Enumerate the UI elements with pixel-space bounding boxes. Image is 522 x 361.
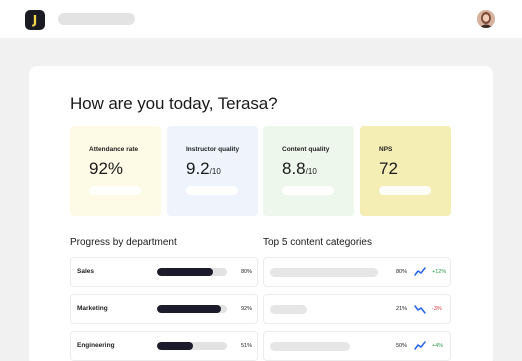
kpi-nps[interactable]: NPS 72: [360, 126, 451, 216]
kpi-value-number: 72: [379, 159, 398, 178]
avatar-portrait-icon: [477, 10, 495, 28]
department-row-marketing[interactable]: Marketing 92%: [70, 294, 258, 324]
kpi-value: 72: [379, 159, 398, 179]
progress-percent: 51%: [241, 343, 253, 349]
kpi-label: Instructor quality: [186, 146, 240, 153]
category-percent: 21%: [396, 306, 408, 312]
progress-track: [157, 305, 227, 313]
kpi-placeholder-bar: [379, 186, 431, 195]
category-row[interactable]: 80% +12%: [263, 257, 451, 287]
kpi-value: 8.8/10: [282, 159, 317, 179]
category-percent: 80%: [396, 269, 408, 275]
kpi-label: Content quality: [282, 146, 330, 153]
kpi-value-number: 8.8: [282, 159, 306, 178]
category-placeholder-bar: [270, 342, 350, 351]
progress-percent: 92%: [241, 306, 253, 312]
kpi-content-quality[interactable]: Content quality 8.8/10: [263, 126, 354, 216]
kpi-attendance-rate[interactable]: Attendance rate 92%: [70, 126, 161, 216]
category-row[interactable]: 50% +4%: [263, 331, 451, 361]
search-placeholder-bar[interactable]: [58, 13, 135, 25]
kpi-value-unit: /10: [209, 167, 221, 176]
kpi-instructor-quality[interactable]: Instructor quality 9.2/10: [167, 126, 258, 216]
user-avatar[interactable]: [477, 10, 495, 28]
kpi-label: Attendance rate: [89, 146, 139, 153]
kpi-placeholder-bar: [186, 186, 238, 195]
category-delta: +12%: [432, 269, 447, 275]
category-row[interactable]: 21% -3%: [263, 294, 451, 324]
progress-fill: [157, 342, 193, 350]
category-placeholder-bar: [270, 268, 378, 277]
department-row-sales[interactable]: Sales 80%: [70, 257, 258, 287]
kpi-placeholder-bar: [282, 186, 334, 195]
category-placeholder-bar: [270, 305, 307, 314]
trend-up-icon: [414, 341, 426, 350]
kpi-value-unit: /10: [305, 167, 317, 176]
progress-fill: [157, 305, 222, 313]
progress-track: [157, 342, 227, 350]
progress-track: [157, 268, 227, 276]
progress-percent: 80%: [241, 269, 253, 275]
logo-letter: J: [32, 13, 38, 27]
department-label: Engineering: [77, 342, 115, 349]
top-bar: J: [0, 0, 522, 38]
trend-up-icon: [414, 267, 426, 276]
progress-section-title: Progress by department: [70, 237, 177, 248]
department-label: Marketing: [77, 305, 108, 312]
department-label: Sales: [77, 268, 94, 275]
kpi-value-number: 92%: [89, 159, 124, 178]
department-row-engineering[interactable]: Engineering 51%: [70, 331, 258, 361]
kpi-value-number: 9.2: [186, 159, 210, 178]
kpi-label: NPS: [379, 146, 393, 153]
kpi-value: 92%: [89, 159, 123, 179]
category-percent: 50%: [396, 343, 408, 349]
category-delta: -3%: [432, 306, 442, 312]
categories-section-title: Top 5 content categories: [263, 237, 372, 248]
kpi-value: 9.2/10: [186, 159, 221, 179]
category-delta: +4%: [432, 343, 444, 349]
brand-logo-icon[interactable]: J: [25, 10, 45, 30]
progress-fill: [157, 268, 213, 276]
kpi-placeholder-bar: [89, 186, 141, 195]
page-title: How are you today, Terasa?: [70, 94, 278, 113]
trend-down-icon: [414, 305, 426, 314]
